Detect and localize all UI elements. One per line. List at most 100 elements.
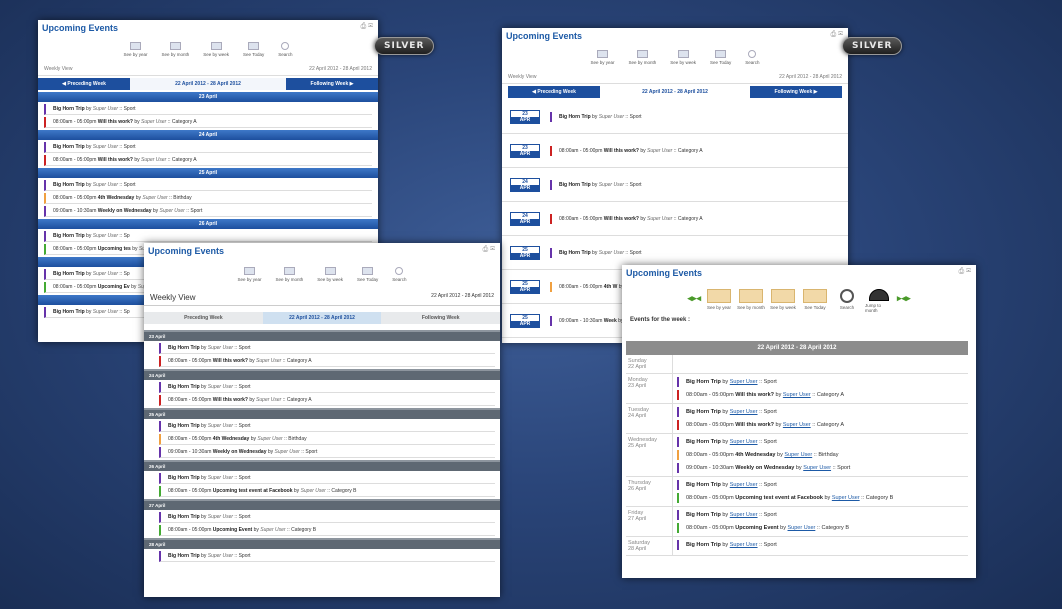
event-user[interactable]: Super User [730, 482, 758, 488]
event-item[interactable]: 08:00am - 05:00pm Will this work? by Sup… [550, 145, 707, 156]
toolbar-search-button[interactable]: Search [833, 289, 861, 310]
toolbar-see-by-year-button[interactable]: See by year [705, 289, 733, 310]
event-item[interactable]: Big Horn Trip by Super User :: Sport [159, 473, 495, 484]
toolbar-see-by-week-button[interactable]: See by week [317, 267, 343, 282]
event-user[interactable]: Super User [93, 106, 118, 112]
event-title[interactable]: Big Horn Trip [53, 271, 85, 277]
event-title[interactable]: Big Horn Trip [686, 512, 721, 518]
event-title[interactable]: Upcoming tes [98, 246, 131, 252]
event-user[interactable]: Super User [832, 495, 860, 501]
toolbar-see-by-month-button[interactable]: See by month [276, 267, 303, 282]
event-user[interactable]: Super User [783, 392, 811, 398]
event-title[interactable]: Big Horn Trip [686, 379, 721, 385]
event-user[interactable]: Super User [93, 182, 118, 188]
toolbar-search-button[interactable]: Search [278, 42, 293, 57]
toolbar-see-today-button[interactable]: See Today [801, 289, 829, 310]
toolbar-search-button[interactable]: Search [392, 267, 407, 282]
event-title[interactable]: 4th W [604, 284, 618, 290]
toolbar-see-by-month-button[interactable]: See by month [629, 50, 656, 65]
event-item[interactable]: 08:00am - 05:00pm 4th Wednesday by Super… [44, 193, 372, 204]
toolbar-see-by-month-button[interactable]: See by month [737, 289, 765, 310]
event-user[interactable]: Super User [647, 148, 672, 154]
event-item[interactable]: Big Horn Trip by Super User :: Sp [44, 231, 372, 242]
print-email-icons[interactable]: ⎙ ✉ [959, 268, 971, 276]
toolbar-see-by-week-button[interactable]: See by week [203, 42, 229, 57]
event-item[interactable]: 08:00am - 05:00pm Will this work? by Sup… [550, 213, 707, 224]
event-user[interactable]: Super User [141, 157, 166, 163]
event-item[interactable]: Big Horn Trip by Super User :: Sport [44, 104, 372, 115]
event-title[interactable]: Will this work? [604, 148, 639, 154]
event-title[interactable]: Big Horn Trip [559, 250, 591, 256]
toolbar-search-button[interactable]: Search [745, 50, 760, 65]
event-user[interactable]: Super User [599, 114, 624, 120]
event-item[interactable]: 08:00am - 05:00pm Will this work? by Sup… [677, 420, 964, 430]
event-title[interactable]: Big Horn Trip [53, 106, 85, 112]
event-user[interactable]: Super User [730, 379, 758, 385]
event-title[interactable]: Upcoming Event [213, 527, 252, 533]
print-email-icons[interactable]: ⎙ ✉ [831, 31, 843, 39]
event-title[interactable]: Will this work? [213, 358, 248, 364]
prev-arrows-icon[interactable]: ◂▸◂ [687, 293, 701, 304]
event-user[interactable]: Super User [784, 452, 812, 458]
event-item[interactable]: Big Horn Trip by Super User :: Sport [159, 512, 495, 523]
event-user[interactable]: Super User [260, 527, 285, 533]
event-user[interactable]: Super User [256, 358, 281, 364]
event-item[interactable]: 08:00am - 05:00pm Will this work? by Sup… [159, 356, 495, 367]
event-user[interactable]: Super User [160, 208, 185, 214]
event-user[interactable]: Super User [256, 397, 281, 403]
event-title[interactable]: Weekly on Wednesday [98, 208, 152, 214]
event-title[interactable]: Big Horn Trip [168, 345, 200, 351]
next-arrows-icon[interactable]: ▸◂▸ [897, 293, 911, 304]
event-item[interactable]: Big Horn Trip by Super User :: Sport [677, 510, 964, 520]
event-title[interactable]: Upcoming Event [735, 525, 778, 531]
event-title[interactable]: Big Horn Trip [168, 475, 200, 481]
event-user[interactable]: Super User [803, 465, 831, 471]
event-title[interactable]: 4th Wednesday [213, 436, 250, 442]
event-user[interactable]: Super User [730, 439, 758, 445]
event-user[interactable]: Super User [257, 436, 282, 442]
event-user[interactable]: Super User [788, 525, 816, 531]
event-title[interactable]: Upcoming test event at Facebook [213, 488, 293, 494]
event-title[interactable]: Weekly on Wednesday [735, 465, 794, 471]
event-user[interactable]: Super User [208, 475, 233, 481]
event-user[interactable]: Super User [647, 216, 672, 222]
event-title[interactable]: Big Horn Trip [53, 233, 85, 239]
event-user[interactable]: Super User [93, 144, 118, 150]
event-item[interactable]: 08:00am - 05:00pm Upcoming test event at… [677, 493, 964, 503]
toolbar-jump-to-month-button[interactable]: Jump to month [865, 289, 893, 313]
event-item[interactable]: Big Horn Trip by Super User :: Sport [550, 179, 646, 190]
event-item[interactable]: Big Horn Trip by Super User :: Sport [677, 540, 964, 550]
event-user[interactable]: Super User [275, 449, 300, 455]
event-user[interactable]: Super User [142, 195, 167, 201]
print-email-icons[interactable]: ⎙ ✉ [483, 246, 495, 254]
event-item[interactable]: 09:00am - 10:30am Weekly on Wednesday by… [159, 447, 495, 458]
event-user[interactable]: Super User [208, 423, 233, 429]
following-week-button[interactable]: Following Week ▶ [286, 78, 378, 90]
event-title[interactable]: Big Horn Trip [686, 409, 721, 415]
toolbar-see-by-month-button[interactable]: See by month [162, 42, 189, 57]
event-user[interactable]: Super User [730, 512, 758, 518]
event-title[interactable]: Big Horn Trip [686, 439, 721, 445]
event-user[interactable]: Super User [93, 233, 118, 239]
event-user[interactable]: Super User [208, 384, 233, 390]
toolbar-see-today-button[interactable]: See Today [710, 50, 731, 65]
event-item[interactable]: Big Horn Trip by Super User :: Sport [159, 551, 495, 562]
following-week-button[interactable]: Following Week ▶ [750, 86, 842, 98]
event-user[interactable]: Super User [208, 345, 233, 351]
event-user[interactable]: Super User [599, 250, 624, 256]
event-item[interactable]: Big Horn Trip by Super User :: Sport [550, 111, 646, 122]
preceding-week-button[interactable]: ◀ Preceding Week [38, 78, 130, 90]
event-title[interactable]: Will this work? [735, 422, 774, 428]
toolbar-see-by-year-button[interactable]: See by year [237, 267, 262, 282]
print-email-icons[interactable]: ⎙ ✉ [361, 23, 373, 31]
event-title[interactable]: Will this work? [604, 216, 639, 222]
event-title[interactable]: Big Horn Trip [168, 553, 200, 559]
event-user[interactable]: Super User [730, 409, 758, 415]
event-title[interactable]: Big Horn Trip [559, 182, 591, 188]
event-user[interactable]: Super User [93, 309, 118, 315]
event-title[interactable]: Weekly on Wednesday [213, 449, 267, 455]
event-title[interactable]: Big Horn Trip [53, 309, 85, 315]
event-title[interactable]: Week [604, 318, 617, 324]
event-item[interactable]: Big Horn Trip by Super User :: Sport [677, 480, 964, 490]
preceding-week-button[interactable]: Preceding Week [144, 312, 263, 324]
